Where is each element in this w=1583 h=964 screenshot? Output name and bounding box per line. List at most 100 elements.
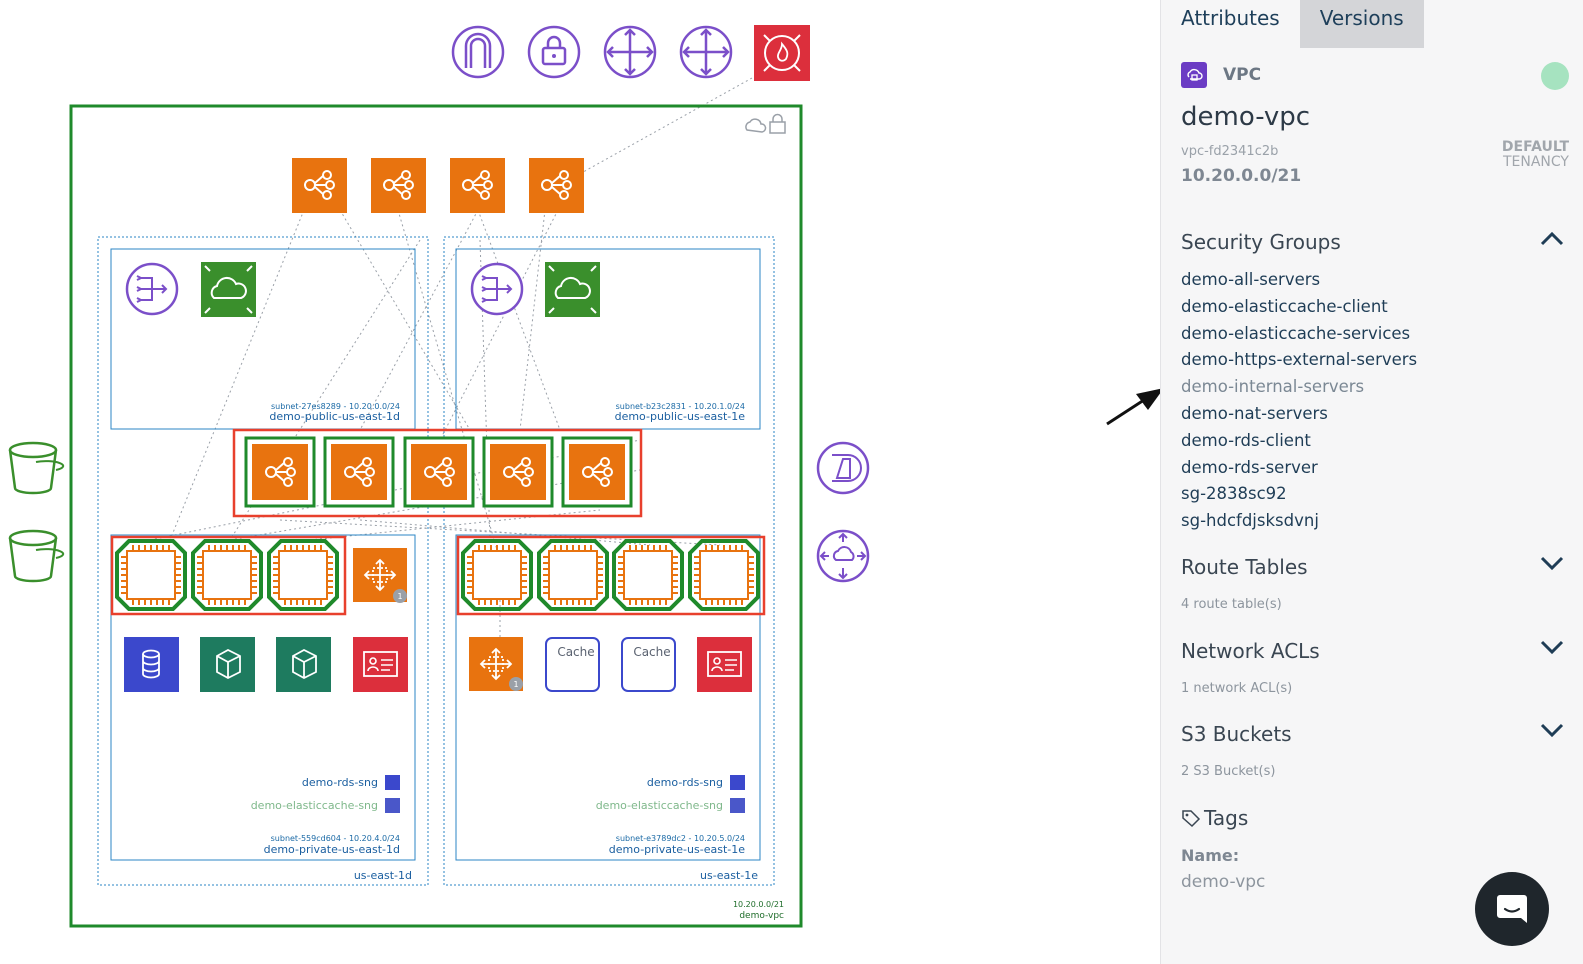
ec2-instance-icon[interactable]	[612, 539, 684, 611]
cache-label: Cache	[557, 645, 594, 659]
auto-scaling-icon[interactable]: 1	[469, 637, 523, 691]
load-balancer-icon[interactable]	[292, 158, 347, 213]
diagram-svg[interactable]: 10.20.0.0/21 demo-vpc us-east-1d us-east…	[0, 0, 1160, 964]
security-group-item[interactable]: demo-https-external-servers	[1181, 348, 1417, 375]
network-acls-summary: 1 network ACL(s)	[1181, 681, 1293, 696]
nat-gateway-icon[interactable]	[125, 262, 179, 316]
security-groups-heading[interactable]: Security Groups	[1181, 230, 1341, 254]
peering-connection-icon[interactable]	[679, 25, 733, 79]
tenancy-caption: TENANCY	[1502, 154, 1569, 170]
tab-attributes[interactable]: Attributes	[1161, 0, 1300, 48]
subnet-id-label: subnet-559cd604 - 10.20.4.0/24	[271, 834, 400, 843]
cache-subnet-group-icon	[730, 798, 745, 813]
ec2-instance-icon[interactable]	[461, 539, 533, 611]
tag-icon	[1182, 810, 1201, 828]
s3-bucket-icon[interactable]	[8, 441, 65, 495]
attributes-panel: Attributes Versions VPC demo-vpc vpc-fd2…	[1160, 0, 1583, 964]
panel-tabs: Attributes Versions	[1161, 0, 1583, 48]
security-identity-icon[interactable]	[697, 637, 752, 692]
vpc-endpoint-icon[interactable]	[816, 441, 870, 495]
rds-subnet-group-label: demo-rds-sng	[302, 776, 378, 789]
route-tables-heading[interactable]: Route Tables	[1181, 555, 1308, 579]
load-balancer-icon[interactable]	[323, 436, 395, 508]
security-group-item[interactable]: demo-rds-server	[1181, 456, 1417, 483]
ec2-instance-icon[interactable]	[191, 539, 263, 611]
load-balancer-icon[interactable]	[561, 436, 633, 508]
load-balancer-icon[interactable]	[482, 436, 554, 508]
public-subnet-icon[interactable]	[201, 262, 256, 317]
az-label-right: us-east-1e	[700, 869, 758, 882]
chat-launcher-button[interactable]	[1475, 872, 1549, 946]
elasticache-icon[interactable]	[200, 637, 255, 692]
public-subnet-icon[interactable]	[545, 262, 600, 317]
cache-subnet-group-icon	[385, 798, 400, 813]
rds-subnet-group-icon	[385, 775, 400, 790]
subnet-name-label: demo-private-us-east-1e	[609, 843, 745, 856]
security-group-item[interactable]: sg-2838sc92	[1181, 482, 1417, 509]
load-balancer-icon[interactable]	[403, 436, 475, 508]
s3-bucket-icon[interactable]	[8, 529, 65, 583]
resource-id: vpc-fd2341c2b	[1181, 144, 1279, 159]
security-group-item[interactable]: demo-rds-client	[1181, 429, 1417, 456]
security-group-item[interactable]: demo-all-servers	[1181, 268, 1417, 295]
chevron-down-icon[interactable]	[1539, 554, 1565, 572]
ec2-instance-icon[interactable]	[267, 539, 339, 611]
vpn-gateway-icon[interactable]	[527, 25, 581, 79]
elasticache-icon[interactable]	[276, 637, 331, 692]
s3-buckets-summary: 2 S3 Bucket(s)	[1181, 764, 1276, 779]
s3-buckets-heading[interactable]: S3 Buckets	[1181, 722, 1292, 746]
ec2-instance-icon[interactable]	[688, 539, 760, 611]
count-badge: 1	[397, 592, 402, 601]
load-balancer-icon[interactable]	[371, 158, 426, 213]
load-balancer-icon[interactable]	[450, 158, 505, 213]
architecture-diagram-canvas[interactable]: 10.20.0.0/21 demo-vpc us-east-1d us-east…	[0, 0, 1160, 964]
security-group-item[interactable]: demo-nat-servers	[1181, 402, 1417, 429]
network-acls-heading[interactable]: Network ACLs	[1181, 639, 1320, 663]
cloud-icon	[745, 118, 767, 133]
cache-label: Cache	[633, 645, 670, 659]
chevron-down-icon[interactable]	[1539, 721, 1565, 739]
subnet-name-label: demo-public-us-east-1d	[269, 410, 400, 423]
count-badge: 1	[513, 680, 518, 689]
security-group-item-highlighted[interactable]: demo-internal-servers	[1181, 375, 1417, 402]
auto-scaling-icon[interactable]: 1	[353, 548, 407, 603]
cache-node-icon[interactable]: Cache	[545, 637, 600, 692]
chevron-up-icon[interactable]	[1539, 230, 1565, 248]
ec2-instance-icon[interactable]	[537, 539, 609, 611]
rds-subnet-group-icon	[730, 775, 745, 790]
resource-title: demo-vpc	[1181, 102, 1311, 132]
tenancy-value: DEFAULT	[1501, 139, 1569, 155]
rds-database-icon[interactable]	[124, 637, 179, 692]
status-indicator	[1541, 62, 1569, 90]
lock-icon	[769, 113, 786, 134]
network-firewall-icon[interactable]	[754, 25, 810, 81]
security-group-item[interactable]: sg-hdcfdjsksdvnj	[1181, 509, 1417, 536]
resource-type-label: VPC	[1223, 65, 1262, 85]
internet-gateway-icon[interactable]	[451, 25, 505, 79]
chevron-down-icon[interactable]	[1539, 638, 1565, 656]
vpc-name-label: demo-vpc	[739, 911, 784, 921]
tags-heading: Tags	[1181, 806, 1248, 830]
tag-name-key: Name:	[1181, 846, 1240, 865]
load-balancer-icon[interactable]	[529, 158, 584, 213]
vpc-cidr-label: 10.20.0.0/21	[733, 900, 784, 909]
subnet-name-label: demo-private-us-east-1d	[264, 843, 400, 856]
security-groups-list: demo-all-servers demo-elasticcache-clien…	[1181, 268, 1417, 536]
route-tables-summary: 4 route table(s)	[1181, 597, 1282, 612]
security-group-item[interactable]: demo-elasticcache-client	[1181, 295, 1417, 322]
security-identity-icon[interactable]	[353, 637, 408, 692]
cidr-block: 10.20.0.0/21	[1181, 166, 1302, 186]
cache-node-icon[interactable]: Cache	[621, 637, 676, 692]
security-group-item[interactable]: demo-elasticcache-services	[1181, 322, 1417, 349]
tab-versions[interactable]: Versions	[1299, 0, 1424, 48]
load-balancer-icon[interactable]	[244, 436, 316, 508]
tags-heading-label: Tags	[1204, 806, 1249, 830]
transit-gateway-icon[interactable]	[816, 529, 870, 583]
rds-subnet-group-label: demo-rds-sng	[647, 776, 723, 789]
az-label-left: us-east-1d	[354, 869, 412, 882]
resource-type: VPC	[1181, 62, 1261, 88]
peering-connection-icon[interactable]	[603, 25, 657, 79]
tag-name-value: demo-vpc	[1181, 872, 1266, 892]
nat-gateway-icon[interactable]	[470, 262, 524, 316]
ec2-instance-icon[interactable]	[115, 539, 187, 611]
